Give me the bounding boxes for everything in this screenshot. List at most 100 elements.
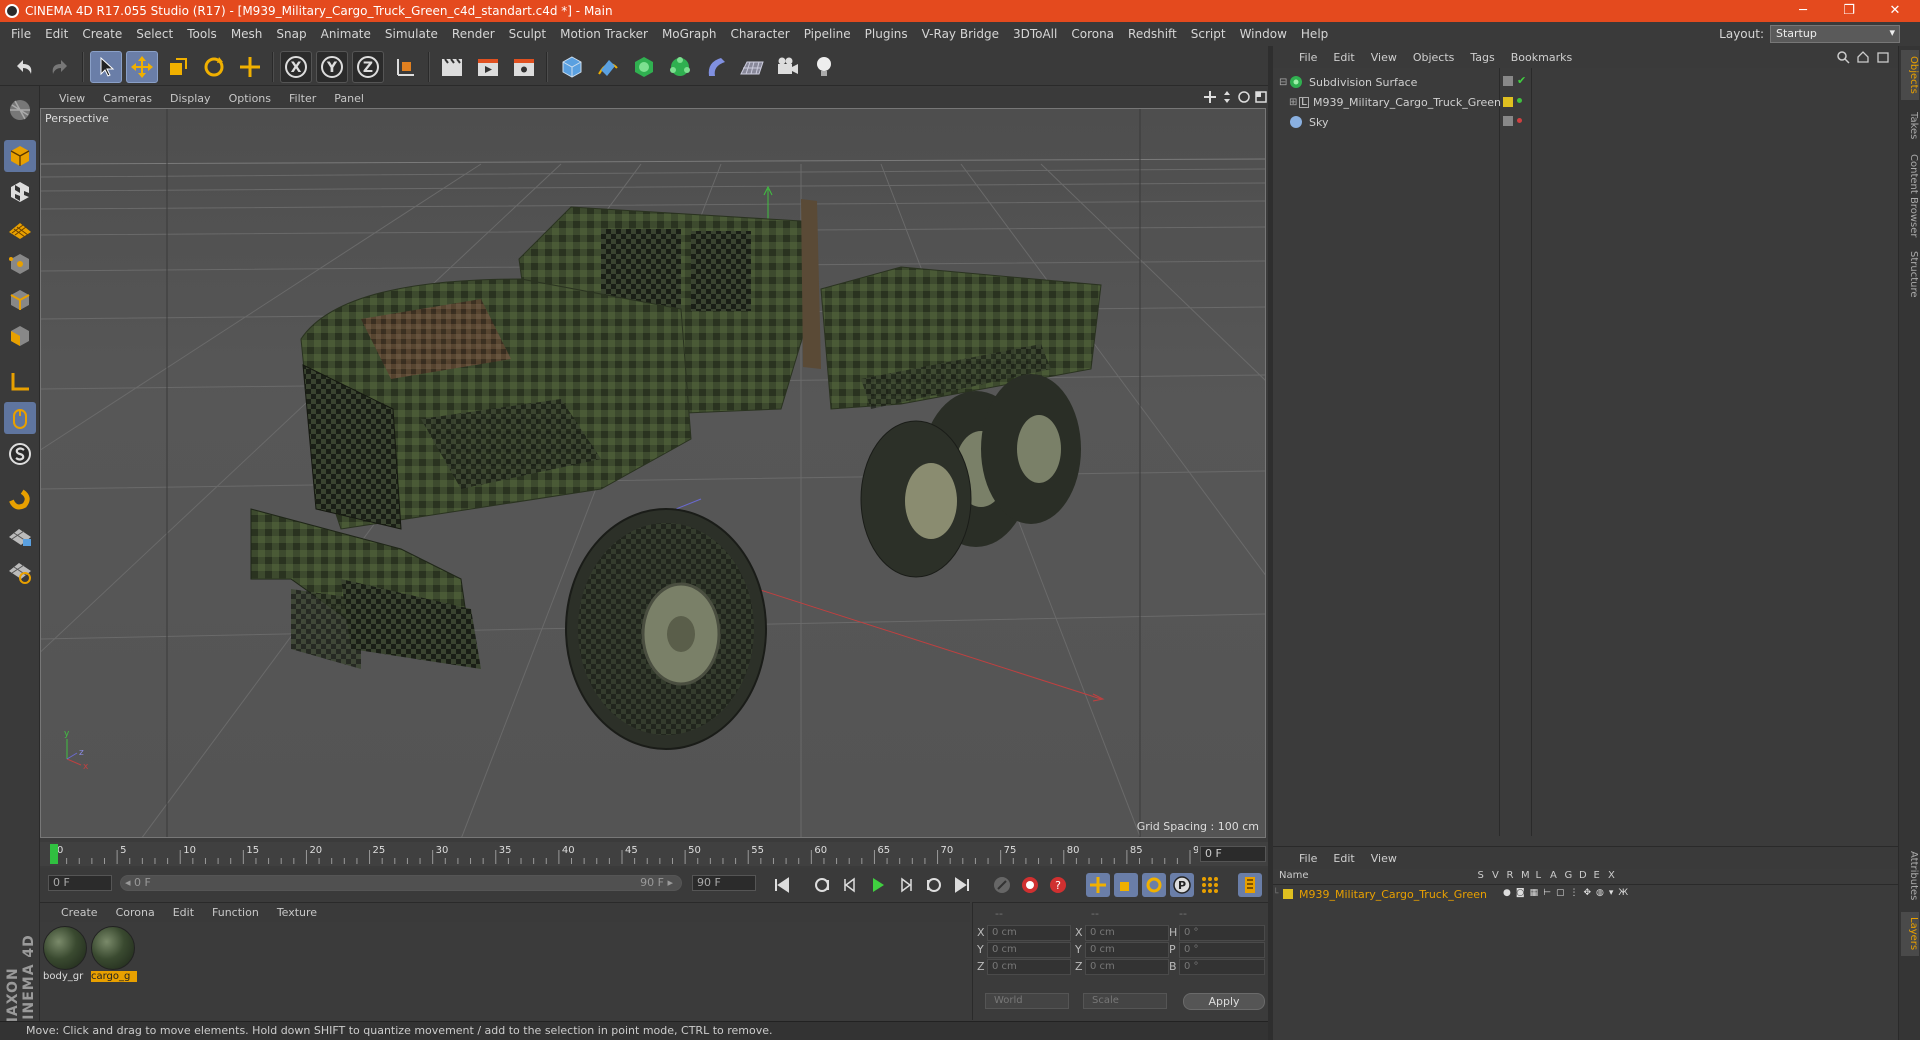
animation-icon[interactable]: ⋮ [1569,888,1578,898]
menu-v-ray-bridge[interactable]: V-Ray Bridge [915,27,1006,41]
perspective-viewport[interactable]: y x z Perspective Grid Spacing : 100 cm [40,108,1266,838]
snap-button[interactable] [4,438,36,470]
key-parameter-button[interactable]: P [1170,873,1194,897]
menu-snap[interactable]: Snap [269,27,313,41]
previous-frame-button[interactable] [838,873,862,897]
lock-workplane-button[interactable] [4,520,36,552]
current-frame-field[interactable]: 0 F [1200,846,1266,862]
tab-attributes[interactable]: Attributes [1901,846,1919,906]
tab-objects[interactable]: Objects [1901,50,1919,100]
object-menu-file[interactable]: File [1291,51,1325,64]
y-axis-lock-button[interactable]: Y [316,51,348,83]
model-mode-button[interactable] [4,140,36,172]
transform-tool-button[interactable] [234,51,266,83]
rotation-field[interactable]: 0 ° [1179,959,1265,975]
object-row-truck[interactable]: ⊞ L M939_Military_Cargo_Truck_Green [1273,92,1898,112]
maximize-button[interactable]: ❐ [1826,0,1872,22]
position-field[interactable]: 0 cm [987,925,1071,941]
edge-mode-button[interactable] [4,284,36,316]
rotation-field[interactable]: 0 ° [1179,925,1265,941]
expand-icon[interactable]: ⊞ [1289,97,1299,108]
make-editable-button[interactable] [4,94,36,126]
key-rotation-button[interactable] [1142,873,1166,897]
timeline-window-button[interactable] [1238,873,1262,897]
material-menu-edit[interactable]: Edit [164,906,203,919]
play-button[interactable] [866,873,890,897]
material-menu-function[interactable]: Function [203,906,268,919]
view-icon[interactable]: ◙ [1516,888,1525,898]
tab-takes[interactable]: Takes [1901,106,1919,146]
material-cargo[interactable]: cargo_g [91,926,137,982]
xref-icon[interactable]: Ж [1618,888,1628,898]
texture-mode-button[interactable] [4,176,36,208]
camera-button[interactable] [772,51,804,83]
key-pla-button[interactable] [1198,873,1222,897]
menu-corona[interactable]: Corona [1064,27,1121,41]
playhead-marker[interactable] [50,844,58,864]
menu-tools[interactable]: Tools [180,27,224,41]
object-menu-bookmarks[interactable]: Bookmarks [1503,51,1580,64]
visibility-dot-icon[interactable] [1517,118,1522,123]
key-scale-button[interactable] [1114,873,1138,897]
scale-tool-button[interactable] [162,51,194,83]
timeline-ruler[interactable]: 051015202530354045505560657075808590 [40,842,1268,866]
menu-create[interactable]: Create [75,27,129,41]
cloner-button[interactable] [664,51,696,83]
object-menu-edit[interactable]: Edit [1325,51,1362,64]
material-body[interactable]: body_gr [43,926,89,982]
menu-select[interactable]: Select [129,27,180,41]
autokey-button[interactable]: ? [1046,873,1070,897]
layer-row[interactable]: └ M939_Military_Cargo_Truck_Green ● ◙ ▦ ⊢ ▢ ⋮… [1273,885,1898,903]
manager-icon[interactable]: ⊢ [1543,888,1551,898]
next-key-button[interactable] [922,873,946,897]
layer-menu-edit[interactable]: Edit [1325,852,1362,865]
frame-range-slider[interactable]: ◂ 0 F 90 F ▸ [120,875,682,891]
render-icon[interactable]: ▦ [1530,888,1539,898]
subdivision-button[interactable] [628,51,660,83]
rotate-tool-button[interactable] [198,51,230,83]
light-button[interactable] [808,51,840,83]
orbit-icon[interactable] [1237,90,1251,104]
maximize-view-icon[interactable] [1254,90,1268,104]
go-to-start-button[interactable] [770,873,794,897]
menu-file[interactable]: File [4,27,38,41]
layout-dropdown[interactable]: Startup [1770,25,1900,43]
visibility-dot-icon[interactable] [1517,98,1522,103]
redo-button[interactable] [44,51,76,83]
pan-icon[interactable] [1203,90,1217,104]
size-field[interactable]: 0 cm [1085,925,1169,941]
menu-mograph[interactable]: MoGraph [655,27,724,41]
previous-key-button[interactable] [810,873,834,897]
workplane-mode-button[interactable] [4,212,36,244]
menu-animate[interactable]: Animate [314,27,378,41]
tab-layers[interactable]: Layers [1901,912,1919,956]
planar-workplane-button[interactable] [4,556,36,588]
menu-window[interactable]: Window [1233,27,1294,41]
render-settings-button[interactable] [508,51,540,83]
tab-structure[interactable]: Structure [1901,246,1919,302]
object-row-subdivision[interactable]: ⊟ Subdivision Surface ✔ [1273,72,1898,92]
menu-edit[interactable]: Edit [38,27,75,41]
key-position-button[interactable] [1086,873,1110,897]
menu-mesh[interactable]: Mesh [224,27,270,41]
material-menu-create[interactable]: Create [52,906,107,919]
next-frame-button[interactable] [894,873,918,897]
motion-record-button[interactable] [990,873,1014,897]
deformer-button[interactable] [700,51,732,83]
tab-content-browser[interactable]: Content Browser [1901,152,1919,240]
material-menu-texture[interactable]: Texture [268,906,326,919]
enabled-check-icon[interactable]: ✔ [1517,74,1526,87]
layer-flag-icons[interactable]: ● ◙ ▦ ⊢ ▢ ⋮ ✥ ◍ ▾ Ж [1503,888,1628,898]
object-menu-tags[interactable]: Tags [1462,51,1502,64]
viewport-menu-display[interactable]: Display [161,92,220,105]
lock-icon[interactable]: ▢ [1556,888,1565,898]
coordinate-type-dropdown[interactable]: Scale [1083,993,1167,1009]
x-axis-lock-button[interactable]: X [280,51,312,83]
z-axis-lock-button[interactable]: Z [352,51,384,83]
size-field[interactable]: 0 cm [1085,942,1169,958]
coordinate-system-button[interactable] [390,51,422,83]
start-frame-field[interactable]: 0 F [48,875,112,891]
position-field[interactable]: 0 cm [987,959,1071,975]
collapse-icon[interactable]: ⊟ [1279,77,1289,88]
render-view-button[interactable] [436,51,468,83]
